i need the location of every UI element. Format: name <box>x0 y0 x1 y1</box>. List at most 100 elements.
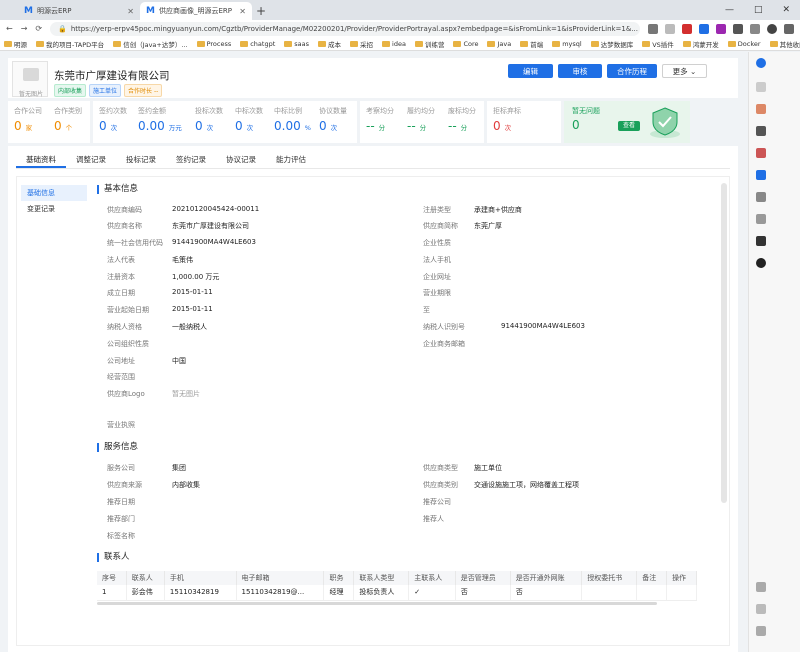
profile-avatar[interactable] <box>767 23 777 34</box>
refresh-icon[interactable]: ⟳ <box>35 24 42 33</box>
other-bookmarks[interactable]: 其他收藏夹 <box>769 39 800 49</box>
field-label: 推荐公司 <box>423 498 451 506</box>
bookmark-item[interactable]: 我的项目-TAPD平台 <box>36 39 104 49</box>
forward-icon[interactable]: → <box>21 24 28 33</box>
detail-card: 基础资料 调整记录 投标记录 签约记录 协议记录 能力评估 基础信息 变更记录 … <box>8 146 738 652</box>
extension-red-icon[interactable] <box>682 23 692 34</box>
minimize-button[interactable]: — <box>725 5 734 15</box>
table-cell: 1 <box>97 585 127 601</box>
cooperation-history-button[interactable]: 合作历程 <box>607 64 657 78</box>
bookmark-item[interactable]: 成本 <box>318 39 341 49</box>
section-nav-changes[interactable]: 变更记录 <box>21 201 87 217</box>
bookmark-label: 我的项目-TAPD平台 <box>46 40 105 49</box>
collections-icon[interactable] <box>750 23 760 34</box>
field-label: 供应商简称 <box>423 222 458 230</box>
search-icon[interactable] <box>756 82 766 92</box>
bookmark-item[interactable]: 鸿蒙开发 <box>682 39 719 49</box>
bookmark-item[interactable]: 明源 <box>4 39 27 49</box>
bookmark-label: Process <box>206 39 232 48</box>
bookmark-label: idea <box>392 39 406 48</box>
tab-bid-records[interactable]: 投标记录 <box>116 152 166 168</box>
maximize-button[interactable]: □ <box>754 5 763 15</box>
tab-agreement-records[interactable]: 协议记录 <box>216 152 266 168</box>
bookmark-item[interactable]: idea <box>382 40 406 48</box>
bookmark-item[interactable]: Core <box>453 40 478 48</box>
field-label: 企业商务邮箱 <box>423 340 465 348</box>
url-field[interactable]: 🔒 https://yerp-erpv45poc.mingyuanyun.com… <box>50 21 640 36</box>
address-bar: ← → ⟳ 🔒 https://yerp-erpv45poc.mingyuany… <box>0 20 800 37</box>
tools-icon[interactable] <box>756 104 766 114</box>
bookmark-label: 其他收藏夹 <box>779 40 800 49</box>
read-aloud-icon[interactable] <box>648 23 658 34</box>
tab-capability-eval[interactable]: 能力评估 <box>266 152 316 168</box>
settings-icon[interactable] <box>756 582 766 592</box>
tag-type: 施工单位 <box>89 84 122 97</box>
bookmark-item[interactable]: saas <box>284 40 309 48</box>
browser-tab-1[interactable]: M 明源云ERP ✕ <box>18 2 140 20</box>
column-header: 授权委托书 <box>581 571 638 585</box>
field-label: 推荐部门 <box>107 515 135 523</box>
content-vertical-scrollbar[interactable] <box>721 183 727 503</box>
table-cell[interactable] <box>666 585 697 601</box>
bookmark-item[interactable]: Docker <box>727 39 761 48</box>
tab-adjust-records[interactable]: 调整记录 <box>66 152 116 168</box>
more-button[interactable]: 更多 ⌄ <box>662 64 707 78</box>
menu-dots-icon[interactable] <box>784 23 794 34</box>
bookmark-item[interactable]: 达梦数据库 <box>590 39 634 49</box>
bookmark-item[interactable]: 训练营 <box>414 39 444 49</box>
bookmark-item[interactable]: chatgpt <box>240 40 275 48</box>
games-icon[interactable] <box>756 148 766 158</box>
bookmark-item[interactable]: 信创（Java+达梦）... <box>113 39 188 49</box>
field-label: 经营范围 <box>107 373 135 381</box>
folder-icon <box>318 40 327 47</box>
bookmark-label: 达梦数据库 <box>600 40 634 49</box>
drop-icon[interactable] <box>756 214 766 224</box>
column-header[interactable]: 主联系人 <box>408 571 456 585</box>
edu-icon[interactable] <box>756 192 766 202</box>
close-tab-icon[interactable]: ✕ <box>239 7 246 16</box>
bookmark-item[interactable]: mysql <box>552 40 582 48</box>
extension-dark-icon[interactable] <box>733 23 743 34</box>
bookmark-item[interactable]: VS插件 <box>642 39 674 49</box>
field-value: 承建商+供应商 <box>474 206 522 214</box>
folder-icon <box>590 40 599 47</box>
bookmark-item[interactable]: 采招 <box>350 39 373 49</box>
table-cell: 15110342819 <box>164 585 237 601</box>
risk-view-button[interactable]: 查看 <box>618 121 640 131</box>
table-horizontal-scrollbar[interactable] <box>97 602 657 605</box>
favorite-star-icon[interactable] <box>665 23 675 34</box>
section-title-basic: 基本信息 <box>97 185 138 194</box>
close-window-button[interactable]: ✕ <box>782 5 790 15</box>
column-header[interactable]: 联系人 <box>126 571 165 585</box>
edit-button[interactable]: 编辑 <box>508 64 553 78</box>
bookmark-item[interactable]: Java <box>487 40 511 48</box>
stat-bid-count: 投标次数 0 次 <box>195 107 223 133</box>
feedback-icon[interactable] <box>756 604 766 614</box>
section-title-contacts: 联系人 <box>97 553 130 562</box>
extension-purple-icon[interactable] <box>716 23 726 34</box>
sidebar-settings-icon[interactable] <box>756 626 766 636</box>
bookmark-item[interactable]: Process <box>196 39 232 48</box>
audit-button[interactable]: 审核 <box>558 64 602 78</box>
new-tab-button[interactable]: + <box>252 2 270 20</box>
bookmark-label: Docker <box>737 39 761 48</box>
page-scrollbar[interactable] <box>772 52 800 652</box>
extension-icons <box>648 23 794 34</box>
browser-tab-2[interactable]: M 供应商画像_明源云ERP ✕ <box>140 2 252 20</box>
bookmark-item[interactable]: 前端 <box>520 39 543 49</box>
extension-blue-icon[interactable] <box>699 23 709 34</box>
terminal-icon[interactable] <box>756 126 766 136</box>
close-tab-icon[interactable]: ✕ <box>127 7 134 16</box>
tab-basic-info[interactable]: 基础资料 <box>16 152 66 168</box>
github-icon[interactable] <box>756 258 766 268</box>
back-icon[interactable]: ← <box>6 24 13 33</box>
extension-icon[interactable] <box>756 236 766 246</box>
outlook-icon[interactable] <box>756 170 766 180</box>
avatar-caption: 暂无图片 <box>18 91 43 98</box>
section-nav-basic[interactable]: 基础信息 <box>21 185 87 201</box>
copilot-icon[interactable] <box>756 58 766 68</box>
field-value: 2015-01-11 <box>172 305 213 313</box>
field-label: 供应商编码 <box>107 206 142 214</box>
column-header: 备注 <box>636 571 668 585</box>
tab-sign-records[interactable]: 签约记录 <box>166 152 216 168</box>
